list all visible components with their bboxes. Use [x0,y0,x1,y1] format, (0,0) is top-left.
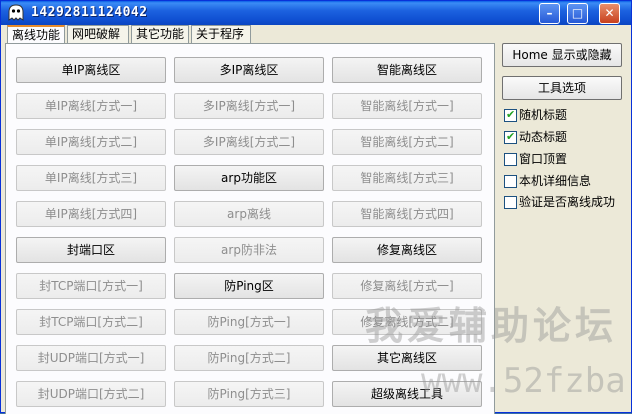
maximize-button[interactable]: □ [567,3,588,24]
main-window: 14292811124042 – □ ✕ 离线功能 网吧破解 其它功能 关于程序… [0,0,632,414]
smart-offline-mode4-button[interactable]: 智能离线[方式四] [332,201,482,227]
checkbox-label: 动态标题 [519,130,568,144]
repair-offline-zone[interactable]: 修复离线区 [332,237,482,263]
tool-options-button[interactable]: 工具选项 [502,76,622,100]
block-tcp-port-mode1-button[interactable]: 封TCP端口[方式一] [16,273,166,299]
title-bar[interactable]: 14292811124042 – □ ✕ [1,1,631,25]
smart-offline-mode2-button[interactable]: 智能离线[方式二] [332,129,482,155]
arp-offline-button[interactable]: arp离线 [174,201,324,227]
window-title: 14292811124042 [31,5,148,20]
single-ip-offline-mode4-button[interactable]: 单IP离线[方式四] [16,201,166,227]
checkbox-box[interactable] [504,130,517,144]
checkbox-box[interactable] [504,175,517,188]
smart-offline-mode3-button[interactable]: 智能离线[方式三] [332,165,482,191]
anti-ping-mode2-button[interactable]: 防Ping[方式二] [174,345,324,371]
anti-ping-mode1-button[interactable]: 防Ping[方式一] [174,309,324,335]
multi-ip-offline-zone[interactable]: 多IP离线区 [174,57,324,83]
single-ip-offline-mode1-button[interactable]: 单IP离线[方式一] [16,93,166,119]
multi-ip-offline-mode1-button[interactable]: 多IP离线[方式一] [174,93,324,119]
checkbox-box[interactable] [504,196,517,209]
checkbox-label: 验证是否离线成功 [519,195,616,209]
anti-ping-zone[interactable]: 防Ping区 [174,273,324,299]
single-ip-offline-mode2-button[interactable]: 单IP离线[方式二] [16,129,166,155]
arp-function-zone[interactable]: arp功能区 [174,165,324,191]
anti-ping-mode3-button[interactable]: 防Ping[方式三] [174,381,324,407]
smart-offline-zone[interactable]: 智能离线区 [332,57,482,83]
single-ip-offline-mode3-button[interactable]: 单IP离线[方式三] [16,165,166,191]
checkbox-label: 随机标题 [519,108,568,122]
checkbox-label: 窗口顶置 [519,152,568,166]
block-port-zone[interactable]: 封端口区 [16,237,166,263]
block-udp-port-mode2-button[interactable]: 封UDP端口[方式二] [16,381,166,407]
watermark-text: 我爱辅助论坛 [365,304,618,348]
home-toggle-button[interactable]: Home 显示或隐藏 [502,43,622,67]
tab-about[interactable]: 关于程序 [191,25,251,43]
checkbox-label: 本机详细信息 [519,174,592,188]
close-button[interactable]: ✕ [599,3,620,24]
watermark-url: www.52fzba.com [421,361,632,401]
checkbox-box[interactable] [504,153,517,166]
tab-other-features[interactable]: 其它功能 [131,25,189,43]
minimize-button[interactable]: – [539,3,560,24]
tab-offline[interactable]: 离线功能 [7,25,65,44]
tab-netcafe-crack[interactable]: 网吧破解 [67,25,129,43]
multi-ip-offline-mode2-button[interactable]: 多IP离线[方式二] [174,129,324,155]
single-ip-offline-zone[interactable]: 单IP离线区 [16,57,166,83]
arp-anti-illegal-button[interactable]: arp防非法 [174,237,324,263]
block-udp-port-mode1-button[interactable]: 封UDP端口[方式一] [16,345,166,371]
ghost-icon [8,4,24,21]
checkbox-box[interactable] [504,108,517,122]
smart-offline-mode1-button[interactable]: 智能离线[方式一] [332,93,482,119]
block-tcp-port-mode2-button[interactable]: 封TCP端口[方式二] [16,309,166,335]
